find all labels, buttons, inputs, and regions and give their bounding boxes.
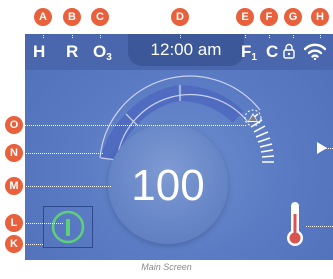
arrow-right-icon[interactable] xyxy=(316,141,328,160)
callout-e: E xyxy=(236,8,254,26)
light-button[interactable] xyxy=(43,206,93,248)
thermometer-icon[interactable] xyxy=(285,200,305,253)
figure-caption: Main Screen xyxy=(141,262,192,272)
callout-m: M xyxy=(5,177,23,195)
callout-c: C xyxy=(91,8,109,26)
temperature-display[interactable]: 100 xyxy=(108,124,228,244)
callout-o: O xyxy=(5,116,23,134)
callout-b: B xyxy=(63,8,81,26)
callout-k: K xyxy=(5,235,23,253)
callout-l: L xyxy=(5,214,23,232)
callout-h: H xyxy=(311,8,329,26)
temperature-value: 100 xyxy=(131,161,205,210)
callout-a: A xyxy=(34,8,52,26)
callout-n: N xyxy=(5,144,23,162)
callout-d: D xyxy=(171,8,189,26)
callout-g: G xyxy=(284,8,302,26)
light-icon xyxy=(51,210,85,244)
callout-f: F xyxy=(260,8,278,26)
